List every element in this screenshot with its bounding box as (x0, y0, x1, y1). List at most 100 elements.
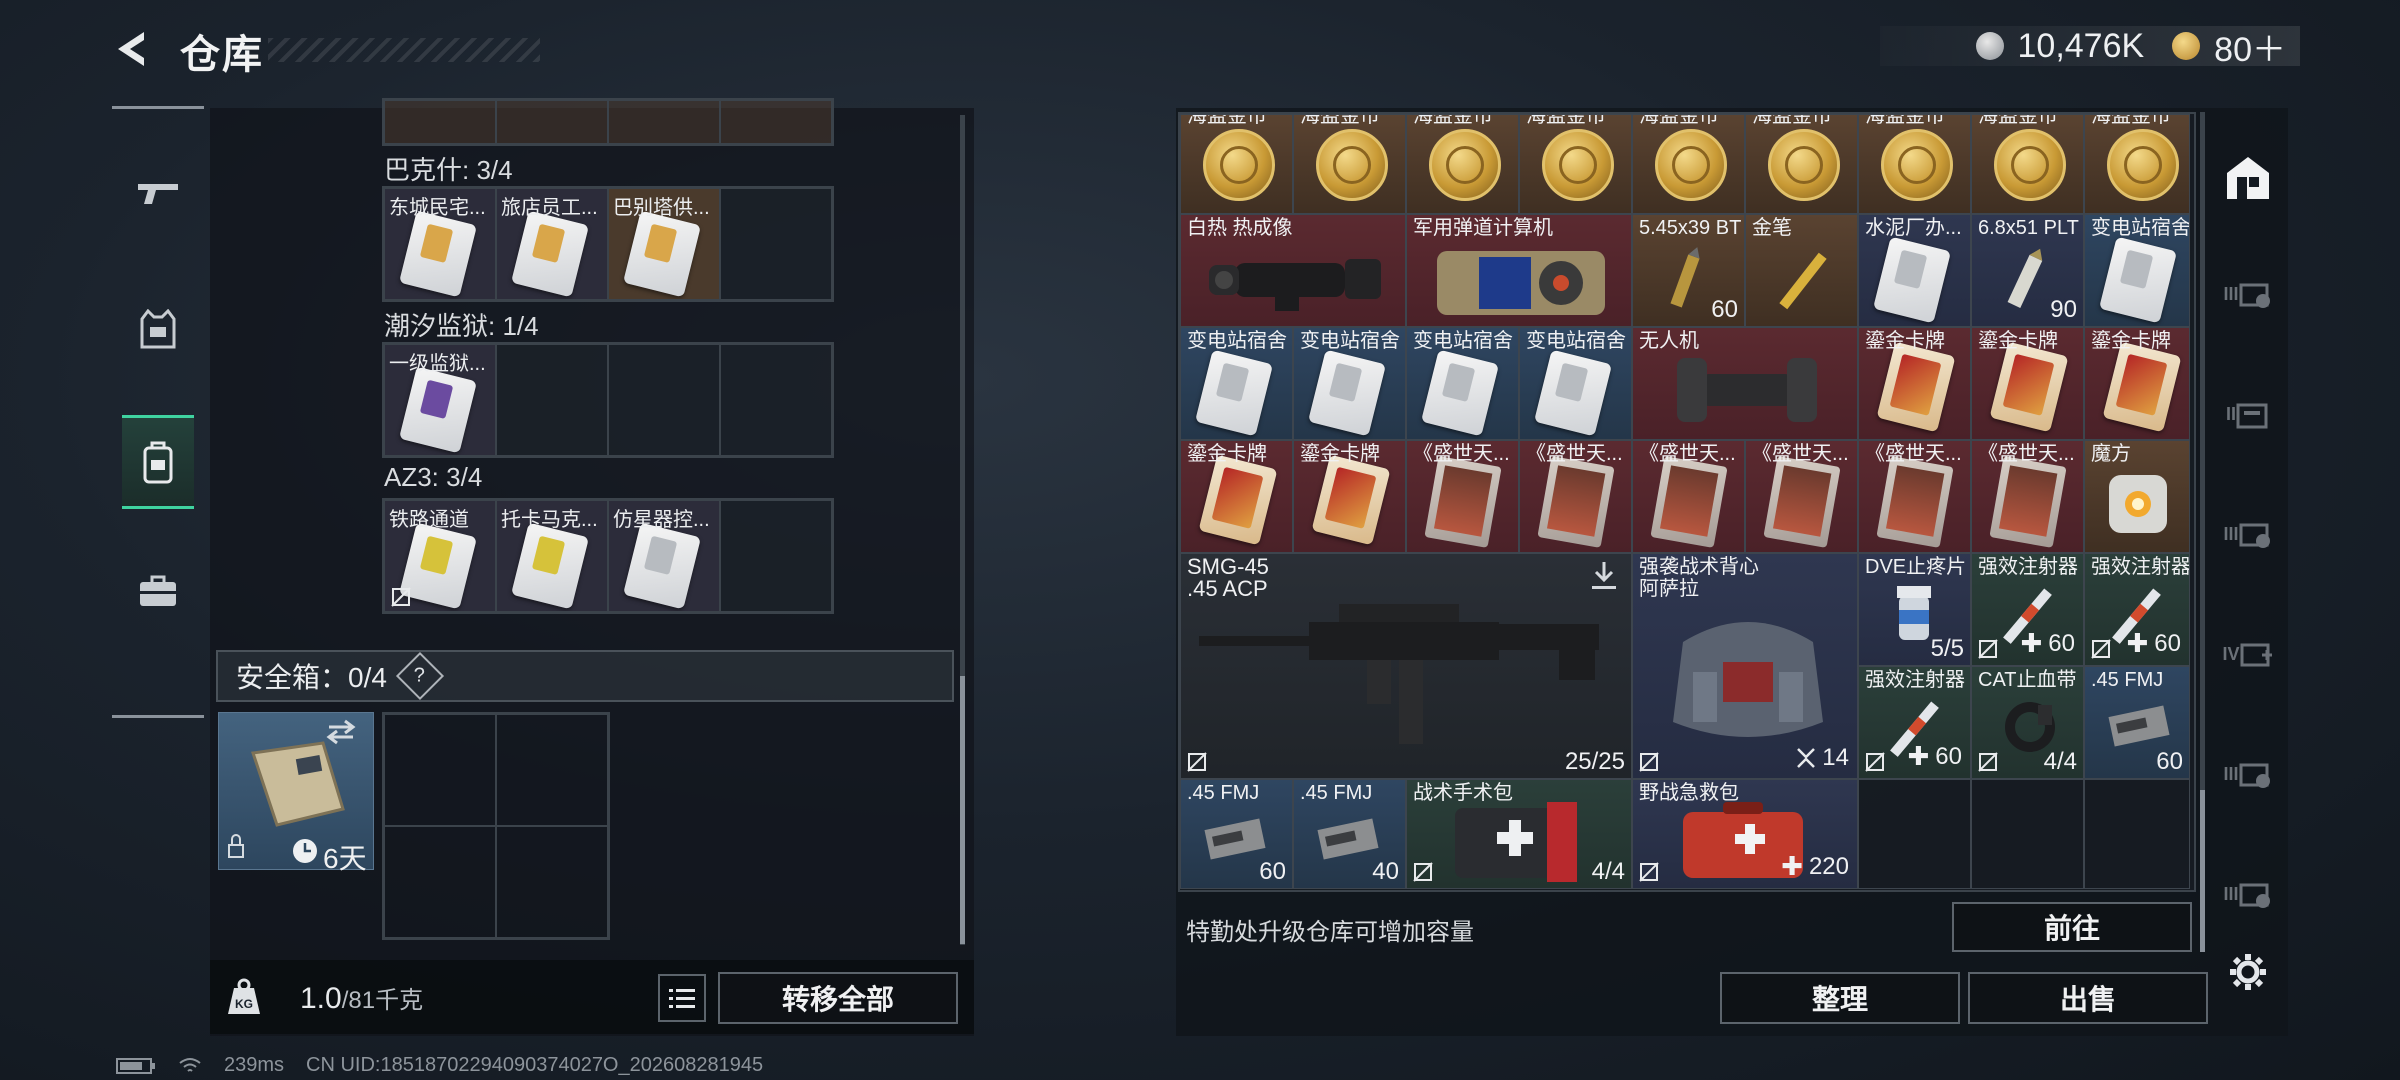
key-slot[interactable] (720, 500, 832, 612)
stash-item-key[interactable]: 变电站宿舍 (2084, 214, 2190, 327)
nav-toolbox[interactable] (122, 547, 194, 635)
sort-button[interactable]: 整理 (1720, 972, 1960, 1024)
stash-tab-2[interactable]: III (2216, 256, 2280, 332)
key-item[interactable]: 一级监狱... (384, 344, 496, 456)
stash-item-coin[interactable]: 海盗金币 (1632, 114, 1745, 214)
stash-item-ammo-45[interactable]: .45 FMJ 40 (1293, 779, 1406, 889)
stash-item-key[interactable]: 变电站宿舍 (1519, 327, 1632, 440)
key-slot[interactable] (720, 100, 832, 144)
stash-slot-empty[interactable] (1858, 779, 1971, 889)
stash-item-coin[interactable]: 海盗金币 (1519, 114, 1632, 214)
pirate-coin-icon (1655, 129, 1727, 201)
stash-item-gold-pen[interactable]: 金笔 (1745, 214, 1858, 327)
download-icon[interactable] (1589, 560, 1619, 592)
stash-item-gilded-card[interactable]: 鎏金卡牌 (1971, 327, 2084, 440)
sell-button[interactable]: 出售 (1968, 972, 2208, 1024)
stash-item-coin[interactable]: 海盗金币 (1180, 114, 1293, 214)
stash-item-gilded-card[interactable]: 鎏金卡牌 (2084, 327, 2190, 440)
item-name: 强效注射器 (1865, 669, 1965, 691)
stash-item-gilded-card[interactable]: 鎏金卡牌 (1293, 440, 1406, 553)
stash-item-book[interactable]: 《盛世天... (1971, 440, 2084, 553)
stash-tab-5[interactable]: IV (2216, 616, 2280, 692)
stash-item-thermal-scope[interactable]: 白热 热成像 (1180, 214, 1406, 327)
stash-item-coin[interactable]: 海盗金币 (1293, 114, 1406, 214)
stash-item-surgical-kit[interactable]: 战术手术包 4/4 (1406, 779, 1632, 889)
stash-item-field-aid-kit[interactable]: 野战急救包 ✚ 220 (1632, 779, 1858, 889)
stash-item-key[interactable]: 水泥厂办... (1858, 214, 1971, 327)
stash-slot-empty[interactable] (1971, 779, 2084, 889)
stash-item-coin[interactable]: 海盗金币 (1971, 114, 2084, 214)
key-slot[interactable] (720, 188, 832, 300)
item-name: 无人机 (1639, 330, 1699, 352)
stash-scroll-thumb[interactable] (2200, 790, 2205, 952)
go-button[interactable]: 前往 (1952, 902, 2192, 952)
stash-item-injector[interactable]: 强效注射器 ✚ 60 (1858, 666, 1971, 779)
key-item[interactable]: 巴别塔供... (608, 188, 720, 300)
key-item[interactable]: 仿星器控... (608, 500, 720, 612)
stash-item-ammo-45[interactable]: .45 FMJ 60 (2084, 666, 2190, 779)
tab-level: III (2223, 283, 2239, 304)
stash-item-key[interactable]: 变电站宿舍 (1406, 327, 1519, 440)
stash-item-injector[interactable]: 强效注射器 ✚ 60 (2084, 553, 2190, 666)
key-slot[interactable] (496, 344, 608, 456)
stash-item-ammo-45[interactable]: .45 FMJ 60 (1180, 779, 1293, 889)
stash-item-tourniquet[interactable]: CAT止血带 4/4 (1971, 666, 2084, 779)
stash-tab-3[interactable]: II (2216, 376, 2280, 452)
stash-item-key[interactable]: 变电站宿舍 (1180, 327, 1293, 440)
back-arrow-icon[interactable] (108, 26, 154, 72)
stash-item-injector[interactable]: 强效注射器 ✚ 60 (1971, 553, 2084, 666)
key-item[interactable]: 铁路通道 (384, 500, 496, 612)
stash-item-coin[interactable]: 海盗金币 (2084, 114, 2190, 214)
transfer-all-button[interactable]: 转移全部 (718, 972, 958, 1024)
key-slot[interactable] (384, 100, 496, 144)
stash-item-coin[interactable]: 海盗金币 (1858, 114, 1971, 214)
item-count: 60 (1711, 296, 1738, 323)
stash-tab-7[interactable]: III (2216, 856, 2280, 932)
stash-item-ammo-68[interactable]: 6.8x51 PLT 90 (1971, 214, 2084, 327)
stash-item-book[interactable]: 《盛世天... (1406, 440, 1519, 553)
stash-item-gilded-card[interactable]: 鎏金卡牌 (1180, 440, 1293, 553)
stash-item-ammo-545[interactable]: 5.45x39 BT ST 60 (1632, 214, 1745, 327)
stash-item-book[interactable]: 《盛世天... (1632, 440, 1745, 553)
stash-item-smg45[interactable]: SMG-45 .45 ACP 25/25 (1180, 553, 1632, 779)
stash-item-ballistic-computer[interactable]: 军用弹道计算机 (1406, 214, 1632, 327)
stash-item-book[interactable]: 《盛世天... (1519, 440, 1632, 553)
keys-scroll-thumb[interactable] (960, 676, 965, 944)
stash-item-gilded-card[interactable]: 鎏金卡牌 (1858, 327, 1971, 440)
key-slot[interactable] (720, 344, 832, 456)
stash-tab-main[interactable] (2216, 140, 2280, 216)
stash-slot-empty[interactable] (2084, 779, 2190, 889)
stash-item-key[interactable]: 变电站宿舍 (1293, 327, 1406, 440)
stash-item-painkiller[interactable]: DVE止疼片 5/5 (1858, 553, 1971, 666)
key-item[interactable]: 旅店员工... (496, 188, 608, 300)
nav-equipment[interactable] (122, 285, 194, 373)
stash-item-coin[interactable]: 海盗金币 (1745, 114, 1858, 214)
stash-tab-6[interactable]: III (2216, 736, 2280, 812)
safe-slot[interactable] (384, 826, 496, 938)
safe-slot[interactable] (496, 826, 608, 938)
nav-storage[interactable] (122, 415, 194, 509)
stash-tab-II-icon (2236, 403, 2268, 429)
nav-weapons[interactable] (122, 149, 194, 237)
safe-box-item[interactable]: 6天 (218, 712, 374, 874)
key-slot[interactable] (608, 100, 720, 144)
item-name: 海盗金币 (1300, 114, 1380, 127)
key-slot[interactable] (496, 100, 608, 144)
settings-gear-icon[interactable] (2228, 952, 2268, 992)
safe-slot[interactable] (496, 714, 608, 826)
safe-box-label: 安全箱：0/4 (236, 662, 387, 693)
key-item[interactable]: 东城民宅... (384, 188, 496, 300)
item-name: 鎏金卡牌 (2091, 330, 2171, 352)
stash-item-cube[interactable]: 魔方 (2084, 440, 2190, 553)
help-icon[interactable]: ? (395, 651, 444, 701)
list-view-button[interactable] (658, 974, 706, 1022)
stash-item-book[interactable]: 《盛世天... (1745, 440, 1858, 553)
key-slot[interactable] (608, 344, 720, 456)
safe-slot[interactable] (384, 714, 496, 826)
stash-item-tactical-vest[interactable]: 强袭战术背心 阿萨拉 14 (1632, 553, 1858, 779)
key-item[interactable]: 托卡马克... (496, 500, 608, 612)
stash-tab-4[interactable]: III (2216, 496, 2280, 572)
stash-item-coin[interactable]: 海盗金币 (1406, 114, 1519, 214)
stash-item-drone[interactable]: 无人机 (1632, 327, 1858, 440)
stash-item-book[interactable]: 《盛世天... (1858, 440, 1971, 553)
